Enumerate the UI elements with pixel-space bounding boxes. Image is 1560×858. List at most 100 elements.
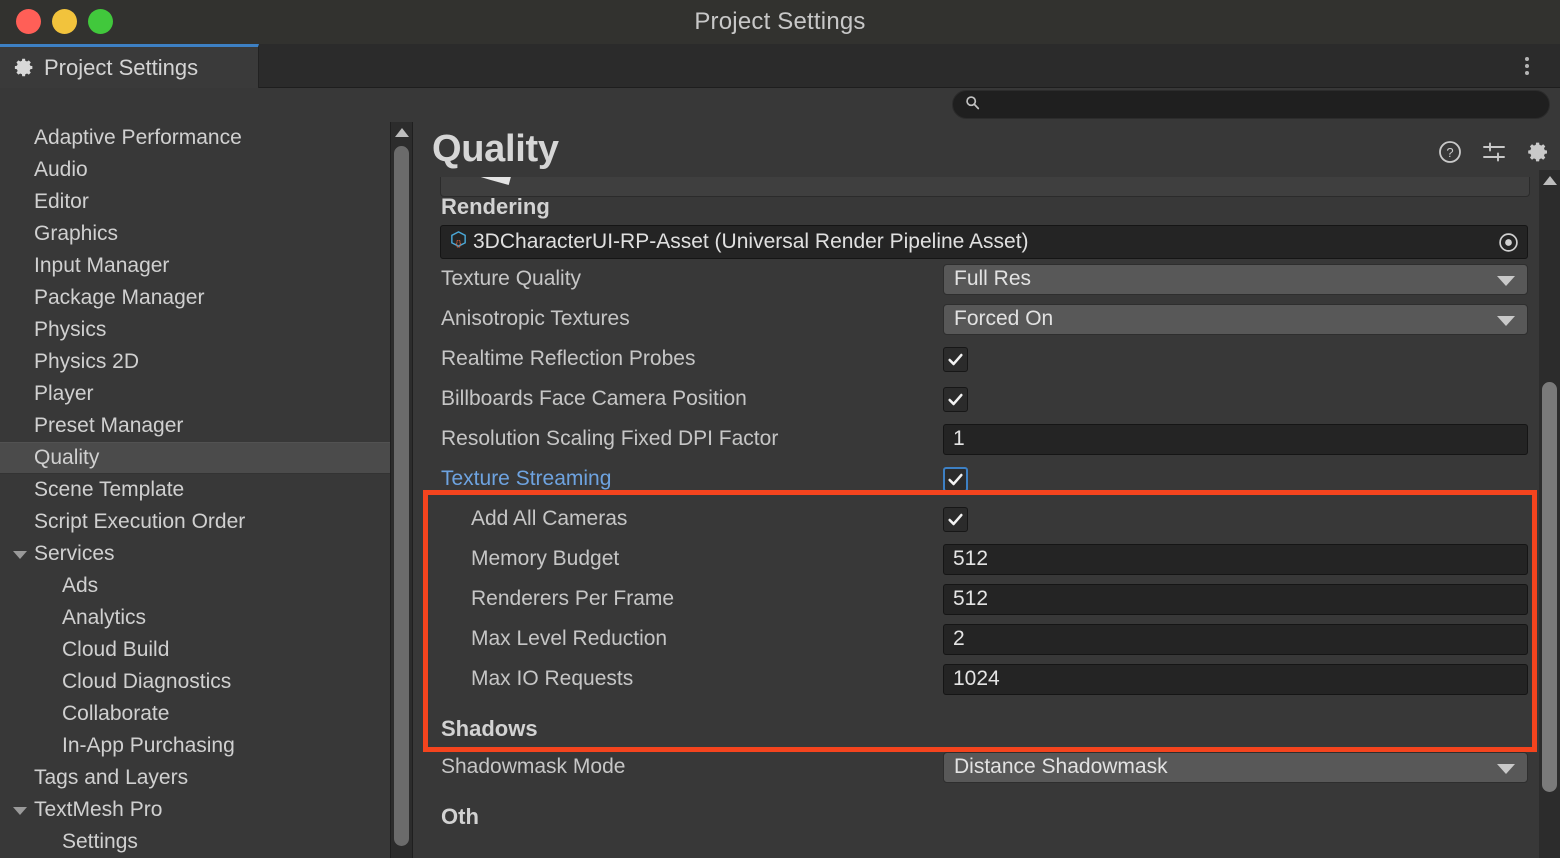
- main-scrollbar[interactable]: [1539, 170, 1560, 858]
- sidebar-item-label: Adaptive Performance: [34, 126, 242, 150]
- sidebar-item-preset-manager[interactable]: Preset Manager: [0, 410, 390, 442]
- sidebar-item-quality[interactable]: Quality: [0, 442, 390, 474]
- sidebar-item-label: Input Manager: [34, 254, 169, 278]
- texture-quality-label: Texture Quality: [413, 267, 581, 291]
- sidebar-item-scene-template[interactable]: Scene Template: [0, 474, 390, 506]
- memory-budget-input[interactable]: 512: [943, 544, 1528, 575]
- realtime-reflection-probes-checkbox[interactable]: [943, 347, 968, 372]
- renderers-per-frame-label: Renderers Per Frame: [413, 587, 674, 611]
- sidebar-item-label: Settings: [62, 830, 138, 854]
- minimize-button[interactable]: [52, 9, 77, 34]
- sidebar-item-label: Quality: [34, 446, 99, 470]
- sidebar-item-physics-2d[interactable]: Physics 2D: [0, 346, 390, 378]
- sidebar-item-input-manager[interactable]: Input Manager: [0, 250, 390, 282]
- property-row-texture-streaming: Texture Streaming: [413, 459, 1544, 499]
- max-level-reduction-input[interactable]: 2: [943, 624, 1528, 655]
- resolution-scaling-fixed-dpi-factor-input[interactable]: 1: [943, 424, 1528, 455]
- max-io-requests-label: Max IO Requests: [413, 667, 633, 691]
- sidebar-item-package-manager[interactable]: Package Manager: [0, 282, 390, 314]
- main-header: Quality ?: [413, 122, 1560, 177]
- sidebar-item-label: Collaborate: [62, 702, 169, 726]
- property-row-max-level-reduction: Max Level Reduction2: [413, 619, 1544, 659]
- sidebar-item-label: Audio: [34, 158, 88, 182]
- sidebar-item-settings[interactable]: Settings: [0, 826, 390, 858]
- sidebar-item-label: Graphics: [34, 222, 118, 246]
- sidebar-scrollbar[interactable]: [391, 122, 413, 858]
- sidebar-item-physics[interactable]: Physics: [0, 314, 390, 346]
- add-all-cameras-checkbox[interactable]: [943, 507, 968, 532]
- settings-main-panel: Quality ? Rendering{}3DCharacter: [413, 122, 1560, 858]
- sidebar-item-label: Editor: [34, 190, 89, 214]
- tab-project-settings[interactable]: Project Settings: [0, 44, 259, 88]
- sidebar-item-label: Scene Template: [34, 478, 184, 502]
- gear-icon[interactable]: [1526, 140, 1550, 164]
- texture-quality-value: Full Res: [954, 267, 1031, 291]
- maximize-button[interactable]: [88, 9, 113, 34]
- sidebar-item-label: Physics 2D: [34, 350, 139, 374]
- shadowmask-mode-dropdown[interactable]: Distance Shadowmask: [943, 752, 1528, 783]
- main-scrollbar-thumb[interactable]: [1542, 382, 1557, 792]
- property-row-add-all-cameras: Add All Cameras: [413, 499, 1544, 539]
- sidebar-item-tags-and-layers[interactable]: Tags and Layers: [0, 762, 390, 794]
- sidebar-item-collaborate[interactable]: Collaborate: [0, 698, 390, 730]
- gear-icon: [14, 57, 35, 78]
- sidebar-item-adaptive-performance[interactable]: Adaptive Performance: [0, 122, 390, 154]
- sidebar-scrollbar-thumb[interactable]: [394, 146, 409, 846]
- max-io-requests-input[interactable]: 1024: [943, 664, 1528, 695]
- memory-budget-value: 512: [953, 547, 988, 571]
- billboards-face-camera-position-label: Billboards Face Camera Position: [413, 387, 747, 411]
- search-field[interactable]: [952, 90, 1550, 119]
- svg-text:?: ?: [1446, 145, 1453, 160]
- sidebar-item-services[interactable]: Services: [0, 538, 390, 570]
- help-icon[interactable]: ?: [1438, 140, 1462, 164]
- property-row-memory-budget: Memory Budget 512: [413, 539, 1544, 579]
- memory-budget-label: Memory Budget: [413, 547, 619, 571]
- property-row-texture-quality: Texture Quality Full Res: [413, 259, 1544, 299]
- render-pipeline-asset-label: 3DCharacterUI-RP-Asset (Universal Render…: [473, 230, 1029, 254]
- resolution-scaling-fixed-dpi-factor-value: 1: [953, 427, 965, 451]
- window-title-bar: Project Settings: [0, 0, 1560, 44]
- sidebar-item-player[interactable]: Player: [0, 378, 390, 410]
- max-level-reduction-value: 2: [953, 627, 965, 651]
- sidebar-item-analytics[interactable]: Analytics: [0, 602, 390, 634]
- section-header-rendering: Rendering: [413, 194, 1544, 220]
- property-row-realtime-reflection-probes: Realtime Reflection Probes: [413, 339, 1544, 379]
- close-button[interactable]: [16, 9, 41, 34]
- texture-streaming-checkbox[interactable]: [943, 467, 968, 492]
- sidebar-item-audio[interactable]: Audio: [0, 154, 390, 186]
- renderers-per-frame-input[interactable]: 512: [943, 584, 1528, 615]
- renderers-per-frame-value: 512: [953, 587, 988, 611]
- texture-quality-dropdown[interactable]: Full Res: [943, 264, 1528, 295]
- sidebar-item-cloud-build[interactable]: Cloud Build: [0, 634, 390, 666]
- section-header-shadows: Shadows: [413, 716, 1544, 742]
- preset-icon[interactable]: [1482, 140, 1506, 164]
- sidebar-item-cloud-diagnostics[interactable]: Cloud Diagnostics: [0, 666, 390, 698]
- billboards-face-camera-position-checkbox[interactable]: [943, 387, 968, 412]
- sidebar-item-graphics[interactable]: Graphics: [0, 218, 390, 250]
- sidebar-item-script-execution-order[interactable]: Script Execution Order: [0, 506, 390, 538]
- sidebar-item-label: Package Manager: [34, 286, 204, 310]
- sidebar-item-label: Player: [34, 382, 94, 406]
- kebab-menu-icon[interactable]: [1516, 55, 1538, 77]
- chevron-down-icon: [1497, 764, 1515, 774]
- sidebar-item-ads[interactable]: Ads: [0, 570, 390, 602]
- foldout-triangle-icon[interactable]: [13, 551, 27, 559]
- anisotropic-textures-dropdown[interactable]: Forced On: [943, 304, 1528, 335]
- texture-streaming-label: Texture Streaming: [413, 467, 611, 491]
- sidebar-item-label: Services: [34, 542, 115, 566]
- scroll-up-arrow-icon[interactable]: [395, 128, 409, 137]
- object-picker-icon[interactable]: [1498, 232, 1519, 253]
- search-input[interactable]: [986, 91, 1549, 118]
- sidebar-item-editor[interactable]: Editor: [0, 186, 390, 218]
- sidebar-item-label: TextMesh Pro: [34, 798, 162, 822]
- sidebar-item-in-app-purchasing[interactable]: In-App Purchasing: [0, 730, 390, 762]
- property-row-max-io-requests: Max IO Requests 1024: [413, 659, 1544, 699]
- foldout-triangle-icon[interactable]: [13, 807, 27, 815]
- settings-content: Rendering {}3DCharacterUI-RP-Asset (Unive…: [413, 177, 1544, 858]
- settings-sidebar[interactable]: Adaptive Performance Audio Editor Graphics I…: [0, 122, 391, 858]
- sidebar-item-textmesh-pro[interactable]: TextMesh Pro: [0, 794, 390, 826]
- render-pipeline-asset-field[interactable]: {}3DCharacterUI-RP-Asset (Universal Rend…: [440, 225, 1528, 259]
- scroll-up-arrow-icon[interactable]: [1543, 176, 1557, 185]
- tab-label: Project Settings: [44, 55, 198, 81]
- chevron-down-icon: [1497, 276, 1515, 286]
